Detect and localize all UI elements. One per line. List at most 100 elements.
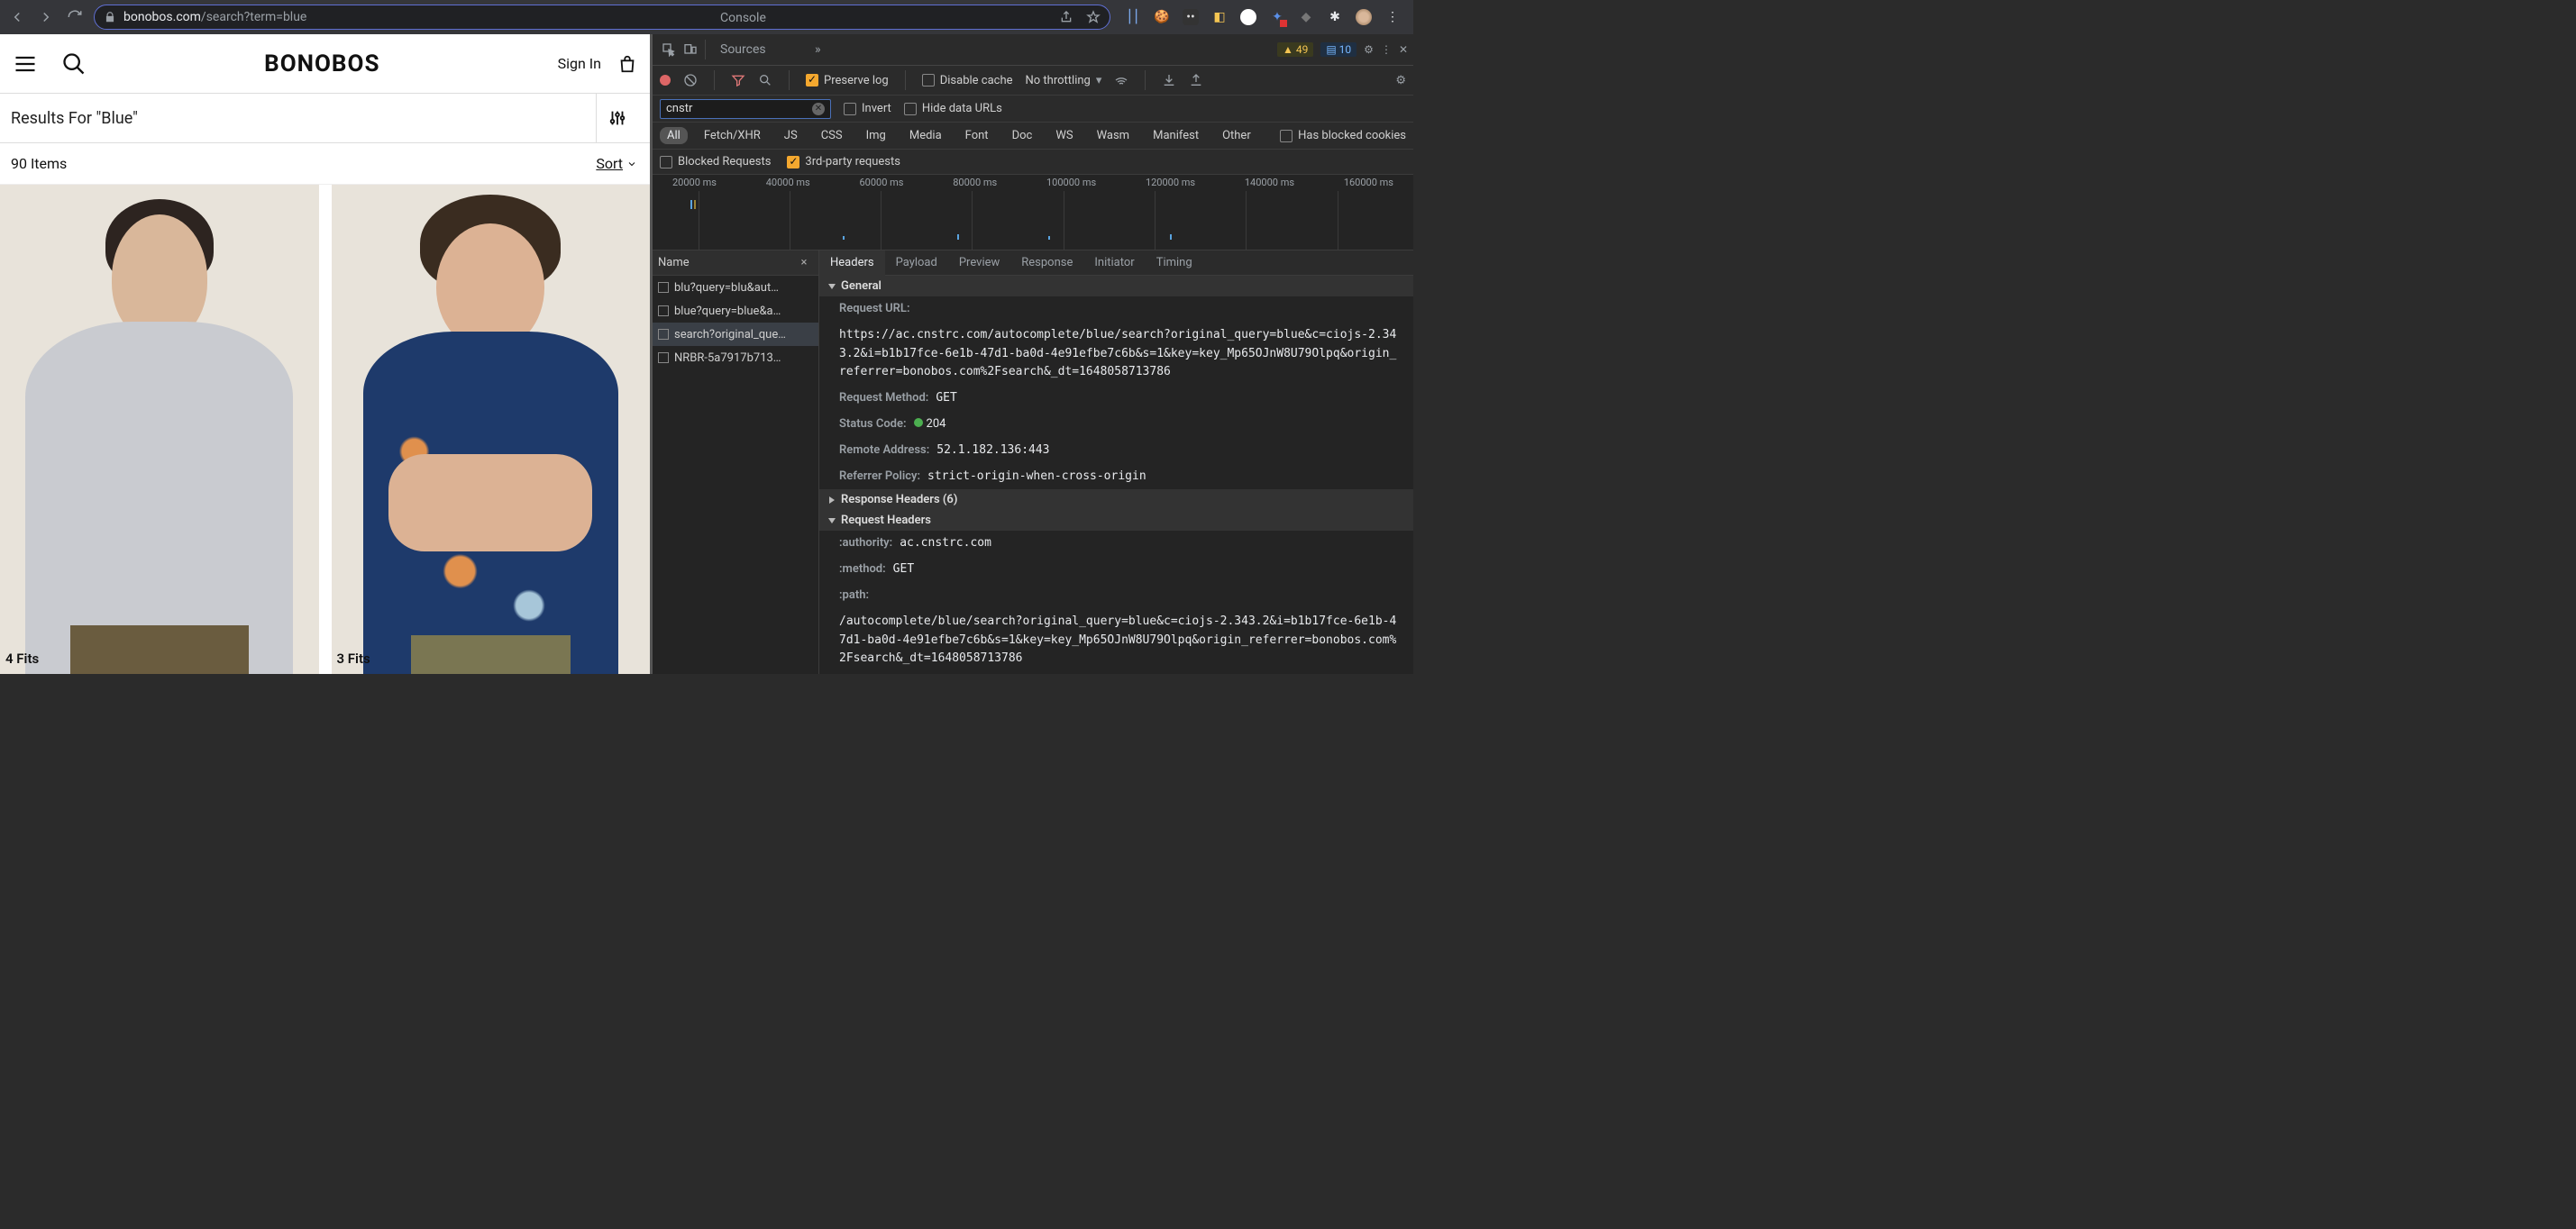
type-filter-other[interactable]: Other — [1215, 127, 1258, 144]
request-detail: HeadersPayloadPreviewResponseInitiatorTi… — [819, 250, 1413, 674]
search-icon[interactable] — [61, 51, 87, 77]
remote-address-value: 52.1.182.136:443 — [936, 442, 1049, 460]
preserve-log-checkbox[interactable]: Preserve log — [806, 74, 889, 87]
request-header-value: ac.cnstrc.com — [900, 534, 991, 553]
share-icon[interactable] — [1059, 10, 1073, 24]
detail-tab-timing[interactable]: Timing — [1146, 250, 1203, 276]
network-settings-icon[interactable]: ⚙ — [1395, 74, 1406, 87]
clear-filter-icon[interactable]: ✕ — [812, 103, 825, 115]
product-card[interactable]: 3 Fits — [332, 185, 651, 674]
back-button[interactable] — [7, 7, 27, 27]
detail-tabs: HeadersPayloadPreviewResponseInitiatorTi… — [819, 250, 1413, 276]
close-detail-icon[interactable]: × — [795, 256, 813, 269]
type-filter-all[interactable]: All — [660, 127, 688, 144]
invert-checkbox[interactable]: Invert — [844, 102, 891, 115]
disable-cache-checkbox[interactable]: Disable cache — [922, 74, 1013, 87]
extension-icon-1[interactable]: ⎮⎮ — [1125, 9, 1141, 25]
devtools-settings-icon[interactable]: ⚙ — [1364, 43, 1374, 56]
type-filter-media[interactable]: Media — [902, 127, 949, 144]
detail-tab-response[interactable]: Response — [1010, 250, 1083, 276]
reload-button[interactable] — [65, 7, 85, 27]
warnings-badge[interactable]: ▲ 49 — [1277, 42, 1313, 57]
detail-tab-initiator[interactable]: Initiator — [1083, 250, 1145, 276]
url-text: bonobos.com/search?term=blue — [123, 10, 306, 24]
extension-icon-6[interactable]: ✦ — [1269, 9, 1285, 25]
device-toggle-icon[interactable] — [680, 34, 701, 66]
status-code-value: 204 — [914, 415, 946, 434]
extensions-puzzle-icon[interactable]: ✱ — [1327, 9, 1343, 25]
request-header-value: /autocomplete/blue/search?original_query… — [839, 613, 1401, 669]
forward-button[interactable] — [36, 7, 56, 27]
request-row[interactable]: blue?query=blue&a… — [653, 299, 818, 323]
devtools-tab-console[interactable]: Console — [709, 3, 804, 34]
clear-button[interactable] — [683, 73, 698, 87]
filter-input[interactable]: cnstr ✕ — [660, 99, 831, 119]
request-row[interactable]: NRBR-5a7917b713… — [653, 346, 818, 369]
general-section-header[interactable]: General — [819, 276, 1413, 296]
product-card[interactable]: 4 Fits — [0, 185, 319, 674]
issues-badge[interactable]: ▤ 10 — [1320, 42, 1357, 57]
filter-icon[interactable] — [731, 73, 745, 87]
extension-icon-7[interactable]: ◆ — [1298, 9, 1314, 25]
sign-in-link[interactable]: Sign In — [558, 55, 601, 72]
extension-icon-4[interactable]: ◧ — [1211, 9, 1228, 25]
extension-icon-2[interactable]: 🍪 — [1154, 9, 1170, 25]
filter-button[interactable] — [596, 93, 637, 143]
type-filter-js[interactable]: JS — [777, 127, 805, 144]
request-method-value: GET — [936, 389, 956, 408]
inspect-element-icon[interactable] — [658, 34, 680, 66]
browser-menu-icon[interactable]: ⋮ — [1384, 9, 1401, 25]
timeline-tick: 20000 ms — [672, 177, 717, 188]
detail-tab-preview[interactable]: Preview — [948, 250, 1010, 276]
throttling-select[interactable]: No throttling ▾ — [1026, 74, 1102, 87]
shopping-bag-icon[interactable] — [617, 53, 637, 75]
type-filter-img[interactable]: Img — [859, 127, 893, 144]
sliders-icon — [607, 108, 627, 128]
type-filter-wasm[interactable]: Wasm — [1090, 127, 1137, 144]
site-logo[interactable]: BONOBOS — [264, 50, 379, 77]
address-bar[interactable]: bonobos.com/search?term=blue — [94, 5, 1110, 30]
devtools-tab-sources[interactable]: Sources — [709, 34, 804, 66]
type-filter-doc[interactable]: Doc — [1005, 127, 1040, 144]
bookmark-star-icon[interactable] — [1086, 10, 1101, 24]
request-headers-section-header[interactable]: Request Headers — [819, 510, 1413, 531]
third-party-checkbox[interactable]: 3rd-party requests — [787, 155, 900, 168]
results-bar: Results For "Blue" — [0, 93, 650, 143]
fits-badge: 3 Fits — [337, 651, 370, 667]
sort-button[interactable]: Sort — [596, 155, 637, 172]
export-har-icon[interactable] — [1189, 73, 1203, 87]
type-filter-ws[interactable]: WS — [1048, 127, 1080, 144]
more-tabs-button[interactable]: » — [804, 34, 832, 66]
import-har-icon[interactable] — [1162, 73, 1176, 87]
extension-icon-5[interactable] — [1240, 9, 1256, 25]
hide-data-urls-checkbox[interactable]: Hide data URLs — [904, 102, 1002, 115]
devtools-menu-icon[interactable]: ⋮ — [1381, 43, 1392, 56]
type-filter-manifest[interactable]: Manifest — [1146, 127, 1206, 144]
record-button[interactable] — [660, 75, 671, 86]
response-headers-section-header[interactable]: Response Headers (6) — [819, 489, 1413, 510]
extension-icon-3[interactable]: •• — [1183, 9, 1199, 25]
detail-tab-payload[interactable]: Payload — [885, 250, 948, 276]
timeline-tick: 80000 ms — [953, 177, 997, 188]
detail-tab-headers[interactable]: Headers — [819, 250, 885, 276]
request-row[interactable]: search?original_que… — [653, 323, 818, 346]
blocked-requests-checkbox[interactable]: Blocked Requests — [660, 155, 771, 168]
hamburger-menu-icon[interactable] — [13, 51, 38, 77]
profile-avatar[interactable] — [1356, 9, 1372, 25]
type-filter-font[interactable]: Font — [958, 127, 996, 144]
type-filter-css[interactable]: CSS — [814, 127, 850, 144]
extension-icons: ⎮⎮ 🍪 •• ◧ ✦ ◆ ✱ ⋮ — [1119, 9, 1406, 25]
network-conditions-icon[interactable] — [1114, 73, 1128, 87]
has-blocked-cookies-checkbox[interactable]: Has blocked cookies — [1280, 129, 1406, 142]
search-network-icon[interactable] — [758, 73, 772, 87]
timeline-tick: 140000 ms — [1245, 177, 1294, 188]
request-row[interactable]: blu?query=blu&aut… — [653, 276, 818, 299]
request-header-key: :authority: — [839, 534, 892, 553]
devtools-panel: ElementsConsoleSourcesNetworkPerformance… — [650, 34, 1413, 674]
type-filter-fetch-xhr[interactable]: Fetch/XHR — [697, 127, 768, 144]
request-url-value: https://ac.cnstrc.com/autocomplete/blue/… — [839, 326, 1401, 382]
fits-badge: 4 Fits — [5, 651, 39, 667]
network-timeline[interactable]: 20000 ms40000 ms60000 ms80000 ms100000 m… — [653, 175, 1413, 250]
devtools-close-icon[interactable]: ✕ — [1399, 43, 1408, 56]
referrer-policy-label: Referrer Policy: — [839, 468, 920, 487]
